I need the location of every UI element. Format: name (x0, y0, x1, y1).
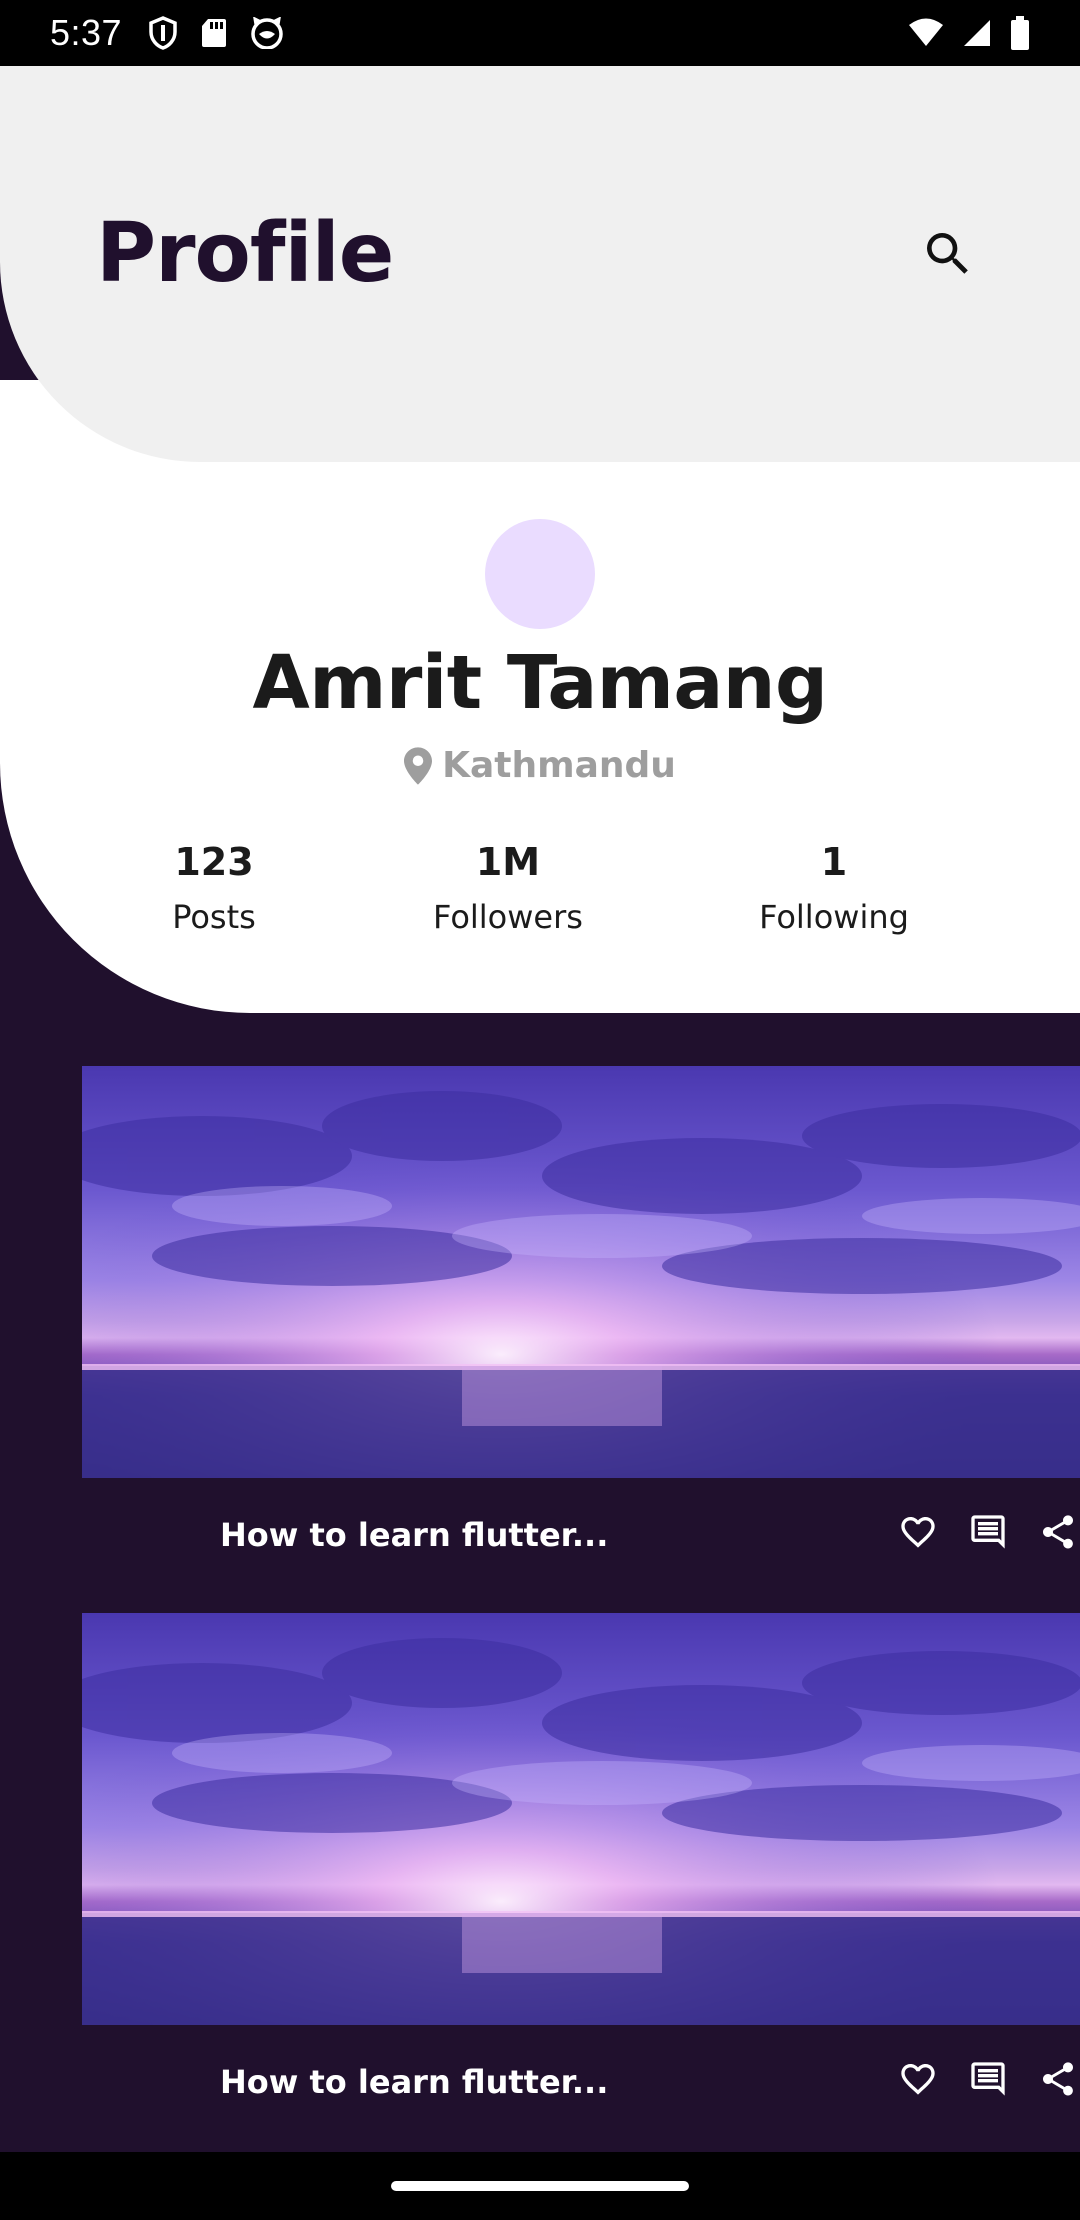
avatar[interactable] (485, 519, 595, 629)
status-left-icons (148, 16, 284, 50)
share-button[interactable] (1036, 1510, 1080, 1554)
home-indicator[interactable] (391, 2181, 689, 2191)
like-button[interactable] (896, 1510, 940, 1554)
status-right-icons (908, 16, 1030, 50)
stat-following[interactable]: 1 Following (714, 840, 954, 936)
status-time: 5:37 (50, 12, 123, 53)
comment-icon (971, 2062, 1005, 2096)
stats-row: 123 Posts 1M Followers 1 Following (0, 840, 1080, 950)
post-title[interactable]: How to learn flutter... (220, 2063, 608, 2101)
post-footer: How to learn flutter... (82, 1478, 1080, 1608)
share-icon (1043, 1515, 1073, 1549)
post-card[interactable]: How to learn flutter... (82, 1613, 1080, 2155)
profile-name: Amrit Tamang (252, 640, 828, 726)
post-image[interactable] (82, 1066, 1080, 1478)
status-bar: 5:37 (0, 0, 1080, 66)
stat-posts[interactable]: 123 Posts (94, 840, 334, 936)
sd-card-icon (200, 17, 228, 49)
screen: 5:37 Profile Amrit Tamang Kathmandu 123 … (0, 0, 1080, 2220)
stat-value: 123 (174, 840, 254, 884)
stat-label: Following (759, 898, 909, 936)
post-image[interactable] (82, 1613, 1080, 2025)
stat-followers[interactable]: 1M Followers (388, 840, 628, 936)
stat-label: Posts (172, 898, 256, 936)
navigation-bar (0, 2152, 1080, 2220)
comment-button[interactable] (966, 2057, 1010, 2101)
page-title: Profile (96, 206, 394, 301)
heart-icon (901, 2064, 935, 2095)
post-footer: How to learn flutter... (82, 2025, 1080, 2155)
shield-icon (148, 16, 178, 50)
location-pin-icon (404, 746, 433, 785)
post-title[interactable]: How to learn flutter... (220, 1516, 608, 1554)
heart-icon (901, 1517, 935, 1548)
share-icon (1043, 2062, 1073, 2096)
share-button[interactable] (1036, 2057, 1080, 2101)
comment-button[interactable] (966, 1510, 1010, 1554)
search-button[interactable] (912, 218, 984, 290)
stat-value: 1M (475, 840, 541, 884)
stat-label: Followers (433, 898, 583, 936)
comment-icon (971, 1515, 1005, 1549)
post-actions (896, 2057, 1080, 2101)
cat-face-icon (250, 17, 284, 49)
post-card[interactable]: How to learn flutter... (82, 1066, 1080, 1608)
location: Kathmandu (0, 745, 1080, 786)
search-icon (927, 233, 968, 274)
battery-icon (1010, 16, 1030, 50)
signal-icon (962, 18, 992, 48)
stat-value: 1 (820, 840, 848, 884)
like-button[interactable] (896, 2057, 940, 2101)
wifi-icon (908, 18, 944, 48)
location-text: Kathmandu (442, 745, 676, 786)
post-actions (896, 1510, 1080, 1554)
